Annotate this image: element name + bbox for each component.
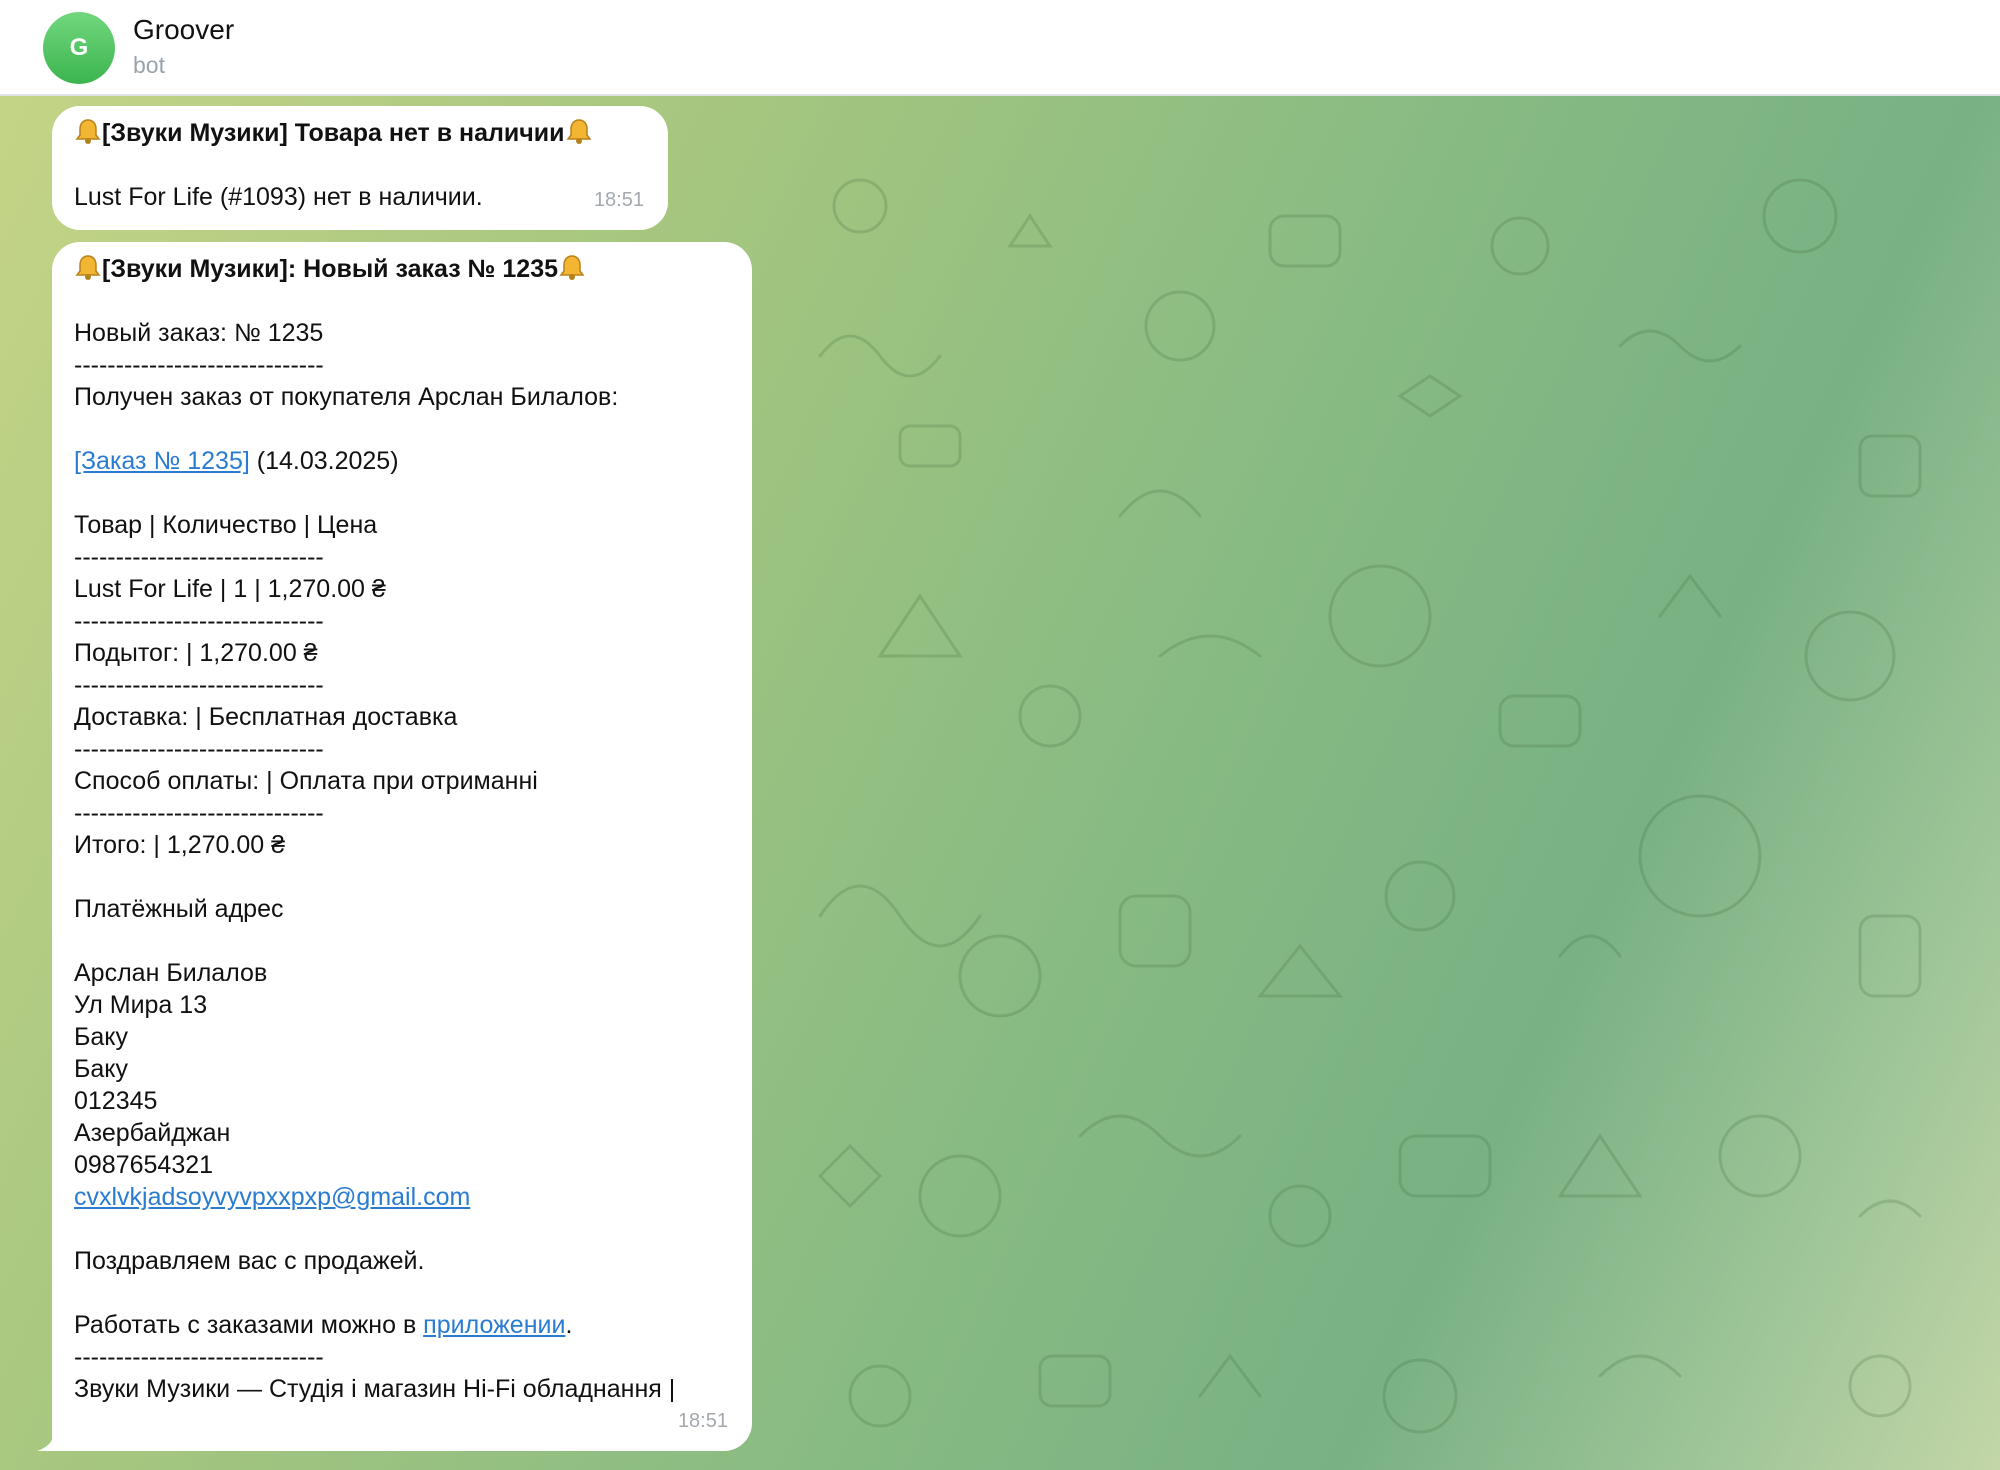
address-postcode: 012345	[74, 1087, 158, 1115]
message-text: Lust For Life (#1093) нет в наличии.	[74, 183, 483, 211]
subtotal-line: Подытог: | 1,270.00 ₴	[74, 639, 318, 667]
address-email-line: cvxlvkjadsoyvyvpxxpxp@gmail.com	[74, 1181, 730, 1213]
order-date: (14.03.2025)	[256, 447, 399, 475]
message-timestamp: 18:51	[593, 189, 644, 211]
table-header-line: Товар | Количество | Цена	[74, 511, 378, 539]
separator-line: ------------------------------	[74, 351, 324, 379]
message-title-text: [Звуки Музики]: Новый заказ № 1235	[102, 255, 559, 283]
bell-icon	[75, 119, 101, 144]
chat-header[interactable]: G Groover bot	[0, 0, 2000, 96]
chat-area[interactable]: [Звуки Музики] Товара нет в наличии Lust…	[0, 96, 2000, 1470]
app-link[interactable]: приложении	[423, 1311, 565, 1339]
footer-line: Звуки Музики — Студія і магазин Hi-Fi об…	[74, 1375, 676, 1403]
message-title: [Звуки Музики] Товара нет в наличии	[74, 117, 646, 149]
chat-title[interactable]: Groover	[133, 14, 234, 46]
message-bubble-new-order[interactable]: [Звуки Музики]: Новый заказ № 1235 Новый…	[52, 242, 752, 1451]
work-suffix: .	[565, 1311, 573, 1339]
address-country: Азербайджан	[74, 1119, 231, 1147]
bubble-tail	[37, 1429, 67, 1451]
message-title-text: [Звуки Музики] Товара нет в наличии	[102, 119, 565, 147]
separator-line: ------------------------------	[74, 1343, 324, 1371]
order-link[interactable]: [Заказ № 1235]	[74, 447, 250, 475]
separator-line: ------------------------------	[74, 735, 324, 763]
bell-icon	[559, 255, 585, 280]
new-order-line: Новый заказ: № 1235	[74, 319, 324, 347]
order-link-line: [Заказ № 1235] (14.03.2025)	[74, 445, 730, 477]
chat-subtitle: bot	[133, 52, 165, 78]
separator-line: ------------------------------	[74, 799, 324, 827]
message-bubble-out-of-stock[interactable]: [Звуки Музики] Товара нет в наличии Lust…	[52, 106, 668, 230]
bell-icon	[75, 255, 101, 280]
address-name: Арслан Билалов	[74, 959, 268, 987]
address-state: Баку	[74, 1055, 129, 1083]
received-from-line: Получен заказ от покупателя Арслан Билал…	[74, 383, 619, 411]
separator-line: ------------------------------	[74, 543, 324, 571]
message-timestamp: 18:51	[677, 1410, 728, 1432]
billing-title: Платёжный адрес	[74, 895, 284, 923]
total-line: Итого: | 1,270.00 ₴	[74, 831, 286, 859]
item-line: Lust For Life | 1 | 1,270.00 ₴	[74, 575, 386, 603]
separator-line: ------------------------------	[74, 671, 324, 699]
separator-line: ------------------------------	[74, 607, 324, 635]
congrats-line: Поздравляем вас с продажей.	[74, 1247, 425, 1275]
payment-line: Способ оплаты: | Оплата при отриманні	[74, 767, 538, 795]
address-street: Ул Мира 13	[74, 991, 208, 1019]
avatar[interactable]: G	[43, 12, 115, 84]
address-city: Баку	[74, 1023, 129, 1051]
address-phone: 0987654321	[74, 1151, 214, 1179]
work-prefix: Работать с заказами можно в	[74, 1311, 424, 1339]
message-title: [Звуки Музики]: Новый заказ № 1235	[74, 253, 730, 285]
email-link[interactable]: cvxlvkjadsoyvyvpxxpxp@gmail.com	[74, 1183, 470, 1211]
bell-icon	[566, 119, 592, 144]
telegram-chat-window: G Groover bot [Звуки Музики] Товара нет …	[0, 0, 2000, 1470]
shipping-line: Доставка: | Бесплатная доставка	[74, 703, 458, 731]
work-line: Работать с заказами можно в приложении.	[74, 1309, 730, 1341]
